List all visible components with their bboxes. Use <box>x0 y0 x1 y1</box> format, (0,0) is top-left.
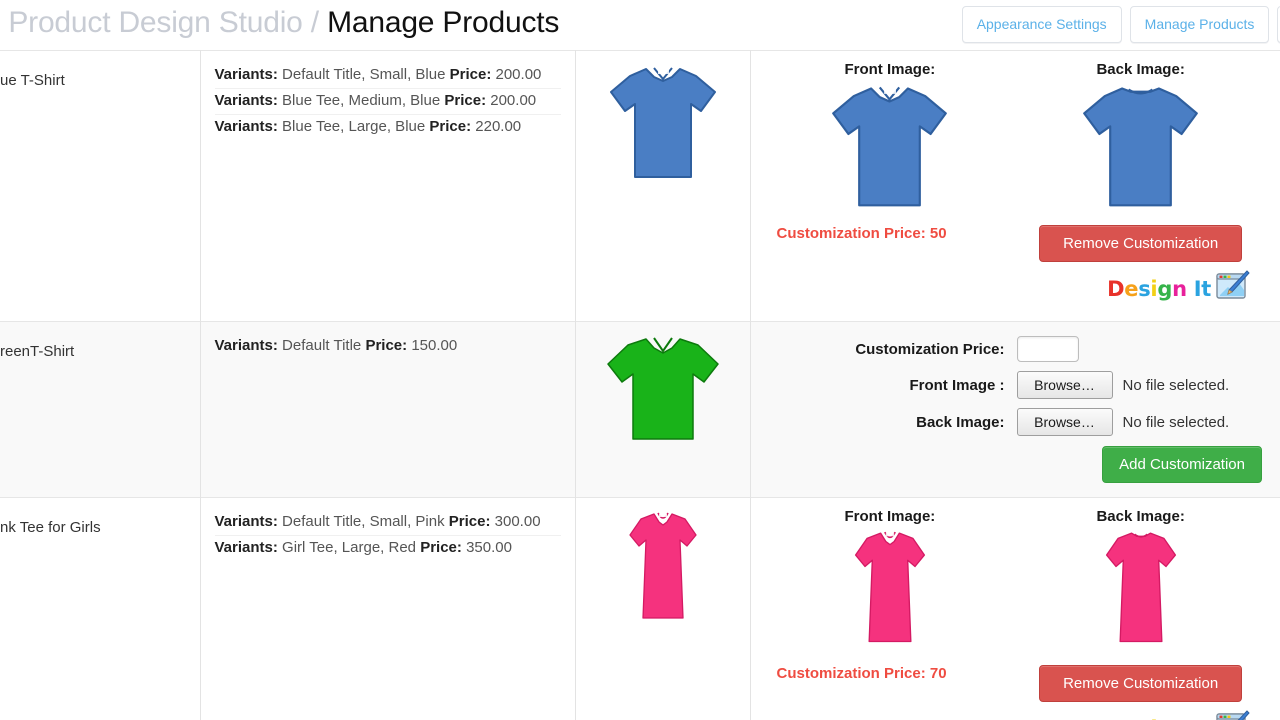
manage-products-button[interactable]: Manage Products <box>1130 6 1270 43</box>
price-label: Price: <box>429 118 471 135</box>
page-header: stom Product Design Studio / Manage Prod… <box>0 0 1280 50</box>
product-thumbnail-image <box>604 334 722 451</box>
add-customization-form: Customization Price: Front Image : Brows… <box>751 322 1280 497</box>
price-label: Price: <box>449 513 491 530</box>
variants-label: Variants: <box>215 539 278 556</box>
customization-price-text: Customization Price: 70 <box>765 665 1016 682</box>
variants-label: Variants: <box>215 513 278 530</box>
table-row: reenT-Shirt Variants: Default Title Pric… <box>0 322 1280 498</box>
design-it-label: Design It <box>1107 277 1211 301</box>
design-it-logo[interactable]: Design It <box>765 270 1267 307</box>
variants-label: Variants: <box>215 92 278 109</box>
add-customization-actions: Add Customization <box>767 446 1265 483</box>
product-variants-cell: Variants: Default Title Price: 150.00 <box>200 322 575 498</box>
front-image-row: Front Image : Browse… No file selected. <box>767 371 1265 399</box>
front-image-browse-button[interactable]: Browse… <box>1017 371 1113 399</box>
customization-cell: Front Image: Customization Price: 50 <box>750 51 1280 322</box>
appearance-settings-button[interactable]: Appearance Settings <box>962 6 1122 43</box>
table-row: nk Tee for Girls Variants: Default Title… <box>0 498 1280 720</box>
price-value: 150.00 <box>411 337 457 354</box>
customization-price-input[interactable] <box>1017 336 1079 362</box>
price-value: 200.00 <box>490 92 536 109</box>
product-variants-cell: Variants: Default Title, Small, Pink Pri… <box>200 498 575 720</box>
customization-cell: Front Image: Customization Price: 70 <box>750 498 1280 720</box>
variants-label: Variants: <box>215 118 278 135</box>
front-image-panel: Front Image: Customization Price: 50 <box>765 61 1016 262</box>
remove-customization-button[interactable]: Remove Customization <box>1039 225 1242 262</box>
product-title-cell: ue T-Shirt <box>0 51 200 322</box>
front-image-label: Front Image: <box>765 61 1016 78</box>
variant-line: Variants: Girl Tee, Large, Red Price: 35… <box>215 536 561 561</box>
variants-value: Default Title, Small, Blue <box>282 66 445 83</box>
design-it-icon <box>1214 710 1250 720</box>
product-title-cell: nk Tee for Girls <box>0 498 200 720</box>
front-image-label: Front Image: <box>765 508 1016 525</box>
table-row: ue T-Shirt Variants: Default Title, Smal… <box>0 51 1280 322</box>
back-image-browse-button[interactable]: Browse… <box>1017 408 1113 436</box>
product-thumbnail-cell <box>575 51 750 322</box>
page-title: stom Product Design Studio / Manage Prod… <box>0 3 559 43</box>
product-title: reenT-Shirt <box>0 322 200 374</box>
product-variants-cell: Variants: Default Title, Small, Blue Pri… <box>200 51 575 322</box>
product-thumbnail-image <box>627 510 699 635</box>
product-title: nk Tee for Girls <box>0 498 200 550</box>
add-customization-form-cell: Customization Price: Front Image : Brows… <box>750 322 1280 498</box>
price-label: Price: <box>365 337 407 354</box>
price-label: Price: <box>420 539 462 556</box>
design-it-icon <box>1214 270 1250 307</box>
variant-line: Variants: Default Title, Small, Pink Pri… <box>215 510 561 536</box>
variant-line: Variants: Default Title Price: 150.00 <box>215 334 561 359</box>
variant-line: Variants: Blue Tee, Large, Blue Price: 2… <box>215 115 561 140</box>
back-image-label: Back Image: <box>767 414 1017 431</box>
add-customization-button[interactable]: Add Customization <box>1102 446 1262 483</box>
variants-value: Blue Tee, Large, Blue <box>282 118 425 135</box>
price-value: 300.00 <box>495 513 541 530</box>
front-image-file-status: No file selected. <box>1123 377 1230 394</box>
product-thumbnail-cell <box>575 498 750 720</box>
header-button-group: Appearance Settings Manage Products Mana… <box>962 6 1280 43</box>
front-image-panel: Front Image: Customization Price: 70 <box>765 508 1016 702</box>
back-image-panel: Back Image: Remove Customization <box>1015 508 1266 702</box>
back-image-label: Back Image: <box>1015 508 1266 525</box>
product-title: ue T-Shirt <box>0 51 200 103</box>
product-thumbnail-image <box>608 63 718 190</box>
page-title-current: Manage Products <box>327 6 559 39</box>
front-image-preview <box>850 529 930 659</box>
page-root: stom Product Design Studio / Manage Prod… <box>0 0 1280 720</box>
product-title-cell: reenT-Shirt <box>0 322 200 498</box>
variants-label: Variants: <box>215 337 278 354</box>
products-table: ue T-Shirt Variants: Default Title, Smal… <box>0 50 1280 720</box>
design-it-logo[interactable]: Design It <box>765 710 1267 720</box>
price-value: 350.00 <box>466 539 512 556</box>
variant-line: Variants: Default Title, Small, Blue Pri… <box>215 63 561 89</box>
variants-value: Girl Tee, Large, Red <box>282 539 416 556</box>
back-image-file-status: No file selected. <box>1123 414 1230 431</box>
variants-value: Default Title <box>282 337 361 354</box>
price-value: 220.00 <box>475 118 521 135</box>
product-thumbnail-cell <box>575 322 750 498</box>
front-image-preview <box>827 82 952 219</box>
customization-price-label: Customization Price: <box>767 341 1017 358</box>
back-image-preview <box>1078 82 1203 219</box>
front-image-label: Front Image : <box>767 377 1017 394</box>
price-value: 200.00 <box>496 66 542 83</box>
variants-value: Default Title, Small, Pink <box>282 513 445 530</box>
back-image-preview <box>1101 529 1181 659</box>
variants-value: Blue Tee, Medium, Blue <box>282 92 440 109</box>
page-title-separator: / <box>311 6 319 39</box>
design-it-label: Design It <box>1107 717 1211 720</box>
back-image-panel: Back Image: Remove Customization <box>1015 61 1266 262</box>
variants-label: Variants: <box>215 66 278 83</box>
remove-customization-button[interactable]: Remove Customization <box>1039 665 1242 702</box>
variant-line: Variants: Blue Tee, Medium, Blue Price: … <box>215 89 561 115</box>
price-label: Price: <box>450 66 492 83</box>
back-image-label: Back Image: <box>1015 61 1266 78</box>
page-title-prefix: stom Product Design Studio <box>0 6 303 39</box>
back-image-row: Back Image: Browse… No file selected. <box>767 408 1265 436</box>
customization-price-row: Customization Price: <box>767 336 1265 362</box>
customization-price-text: Customization Price: 50 <box>765 225 1016 242</box>
price-label: Price: <box>444 92 486 109</box>
